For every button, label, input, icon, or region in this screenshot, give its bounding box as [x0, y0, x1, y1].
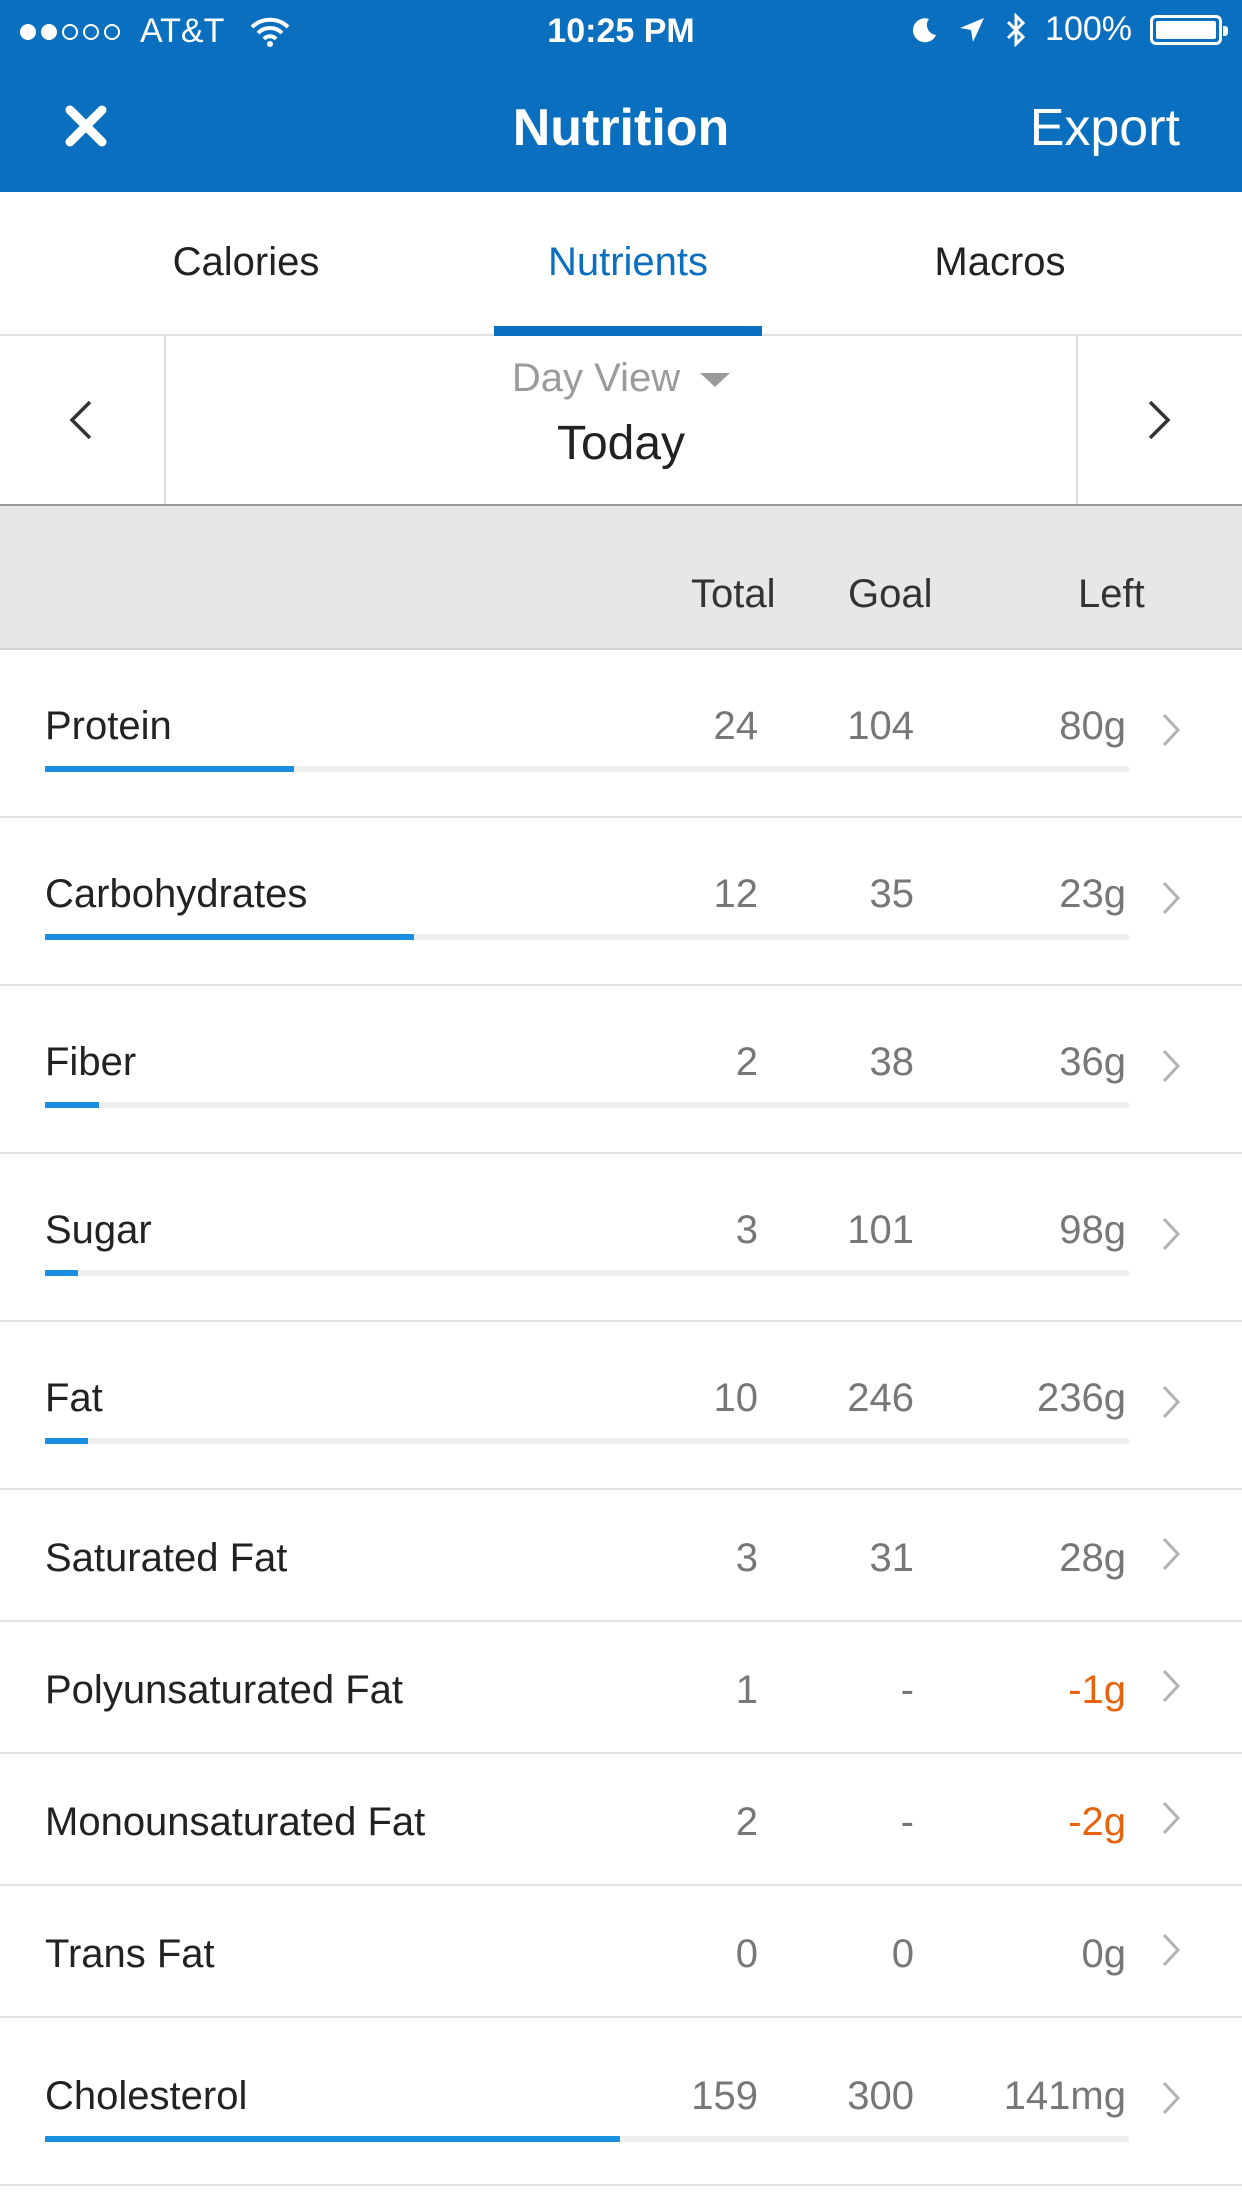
progress-bar	[45, 2136, 1129, 2142]
nutrient-goal: 31	[869, 1536, 915, 1580]
nutrient-row-sugar[interactable]: Sugar 3 101 98g	[0, 1154, 1242, 1322]
nutrient-total: 24	[713, 704, 759, 748]
chevron-right-icon	[1162, 713, 1181, 747]
nutrient-name: Sugar	[45, 1208, 152, 1252]
status-bar: AT&T 10:25 PM 100%	[0, 0, 1242, 60]
nutrient-left: 98g	[1059, 1208, 1126, 1252]
nutrient-left: -1g	[1068, 1668, 1126, 1712]
progress-bar	[45, 766, 1129, 772]
active-tab-indicator	[494, 326, 762, 336]
progress-bar	[45, 1102, 1129, 1108]
nutrient-name: Carbohydrates	[45, 872, 308, 916]
progress-fill	[45, 1102, 100, 1108]
chevron-right-icon	[1148, 400, 1171, 440]
progress-fill	[45, 1438, 89, 1444]
bluetooth-icon	[1006, 12, 1026, 47]
nutrient-left: 236g	[1037, 1376, 1126, 1420]
tab-bar: Calories Nutrients Macros	[0, 192, 1242, 336]
current-day-label: Today	[556, 417, 686, 470]
day-view-dropdown[interactable]: Day View	[0, 356, 1242, 401]
nutrient-left: 28g	[1059, 1536, 1126, 1580]
nutrient-left: -2g	[1068, 1800, 1126, 1844]
nutrient-left: 80g	[1059, 704, 1126, 748]
nutrient-left: 0g	[1081, 1932, 1127, 1976]
nutrient-name: Fat	[45, 1376, 103, 1420]
nutrient-name: Protein	[45, 704, 172, 748]
progress-bar	[45, 1438, 1129, 1444]
caret-down-icon	[700, 373, 731, 388]
battery-icon	[1150, 14, 1228, 45]
column-left: Left	[1078, 572, 1145, 616]
nutrient-row-fat[interactable]: Fat 10 246 236g	[0, 1322, 1242, 1490]
nutrient-total: 1	[735, 1668, 758, 1712]
nutrient-total: 12	[713, 872, 759, 916]
nutrient-left: 36g	[1059, 1040, 1126, 1084]
chevron-right-icon	[1162, 1217, 1181, 1251]
battery-percent: 100%	[1045, 10, 1132, 48]
nutrient-row-trans-fat[interactable]: Trans Fat 0 0 0g	[0, 1886, 1242, 2018]
nutrient-total: 2	[735, 1800, 758, 1844]
nutrient-total: 3	[735, 1208, 758, 1252]
chevron-right-icon	[1162, 1933, 1181, 1967]
nutrient-name: Trans Fat	[45, 1932, 215, 1976]
export-button[interactable]: Export	[1030, 98, 1180, 158]
day-view-label: Day View	[511, 356, 681, 400]
nutrient-row-saturated-fat[interactable]: Saturated Fat 3 31 28g	[0, 1490, 1242, 1622]
progress-fill	[45, 766, 295, 772]
nutrient-name: Cholesterol	[45, 2074, 248, 2118]
column-goal: Goal	[848, 572, 933, 616]
nutrient-goal: -	[900, 1668, 914, 1712]
nutrient-total: 10	[713, 1376, 759, 1420]
nutrient-total: 2	[735, 1040, 758, 1084]
tab-nutrients[interactable]: Nutrients	[478, 240, 778, 285]
nutrient-goal: 35	[869, 872, 915, 916]
location-arrow-icon	[960, 17, 985, 42]
nutrient-row-monounsaturated-fat[interactable]: Monounsaturated Fat 2 - -2g	[0, 1754, 1242, 1886]
progress-fill	[45, 934, 414, 940]
nutrient-row-protein[interactable]: Protein 24 104 80g	[0, 650, 1242, 818]
nutrient-goal: 38	[869, 1040, 915, 1084]
status-right: 100%	[909, 10, 1228, 49]
moon-icon	[912, 17, 937, 42]
nutrient-total: 3	[735, 1536, 758, 1580]
tab-calories[interactable]: Calories	[96, 240, 396, 285]
nutrient-left: 141mg	[1003, 2074, 1126, 2118]
nutrient-name: Fiber	[45, 1040, 137, 1084]
chevron-right-icon	[1162, 1801, 1181, 1835]
progress-bar	[45, 1270, 1129, 1276]
tab-macros[interactable]: Macros	[850, 240, 1150, 285]
nutrient-row-carbohydrates[interactable]: Carbohydrates 12 35 23g	[0, 818, 1242, 986]
nutrient-left: 23g	[1059, 872, 1126, 916]
progress-fill	[45, 1270, 78, 1276]
progress-fill	[45, 2136, 620, 2142]
next-day-button[interactable]	[1076, 336, 1242, 504]
chevron-right-icon	[1162, 1049, 1181, 1083]
chevron-right-icon	[1162, 1537, 1181, 1571]
nutrient-goal: 104	[847, 704, 914, 748]
chevron-right-icon	[1162, 1385, 1181, 1419]
nutrient-goal: -	[900, 1800, 914, 1844]
app-header: AT&T 10:25 PM 100% Nutrition Export	[0, 0, 1242, 192]
chevron-right-icon	[1162, 881, 1181, 915]
nutrient-goal: 101	[847, 1208, 914, 1252]
nutrient-name: Monounsaturated Fat	[45, 1800, 426, 1844]
nutrient-goal: 246	[847, 1376, 914, 1420]
chevron-right-icon	[1162, 1669, 1181, 1703]
nutrient-total: 159	[691, 2074, 758, 2118]
nav-bar: Nutrition Export	[0, 60, 1242, 192]
nutrient-row-polyunsaturated-fat[interactable]: Polyunsaturated Fat 1 - -1g	[0, 1622, 1242, 1754]
nutrient-total: 0	[735, 1932, 758, 1976]
progress-bar	[45, 934, 1129, 940]
column-header: Total Goal Left	[0, 506, 1242, 650]
column-total: Total	[691, 572, 776, 616]
nutrient-goal: 0	[891, 1932, 914, 1976]
day-selector: Day View Today	[0, 336, 1242, 506]
nutrient-goal: 300	[847, 2074, 914, 2118]
nutrient-row-cholesterol[interactable]: Cholesterol 159 300 141mg	[0, 2018, 1242, 2186]
nutrient-name: Saturated Fat	[45, 1536, 288, 1580]
nutrient-row-fiber[interactable]: Fiber 2 38 36g	[0, 986, 1242, 1154]
chevron-right-icon	[1162, 2081, 1181, 2115]
nutrient-name: Polyunsaturated Fat	[45, 1668, 403, 1712]
